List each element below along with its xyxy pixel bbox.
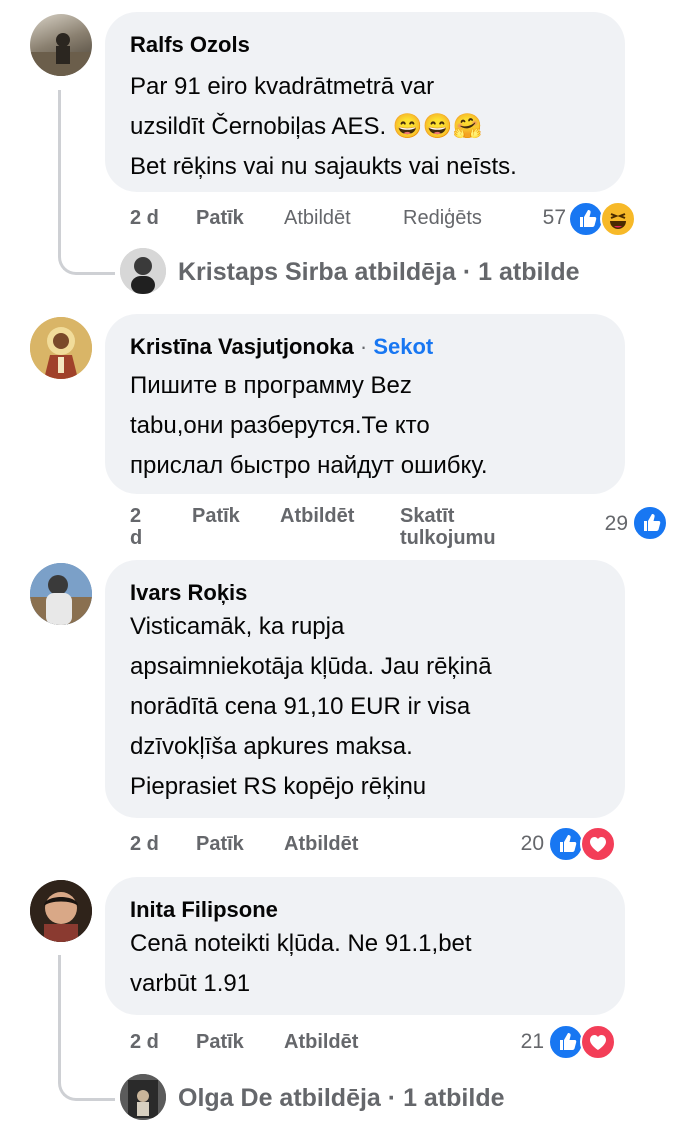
avatar-photo	[30, 880, 92, 942]
comment-line: Bet rēķins vai nu sajaukts vai neīsts.	[130, 153, 517, 180]
reply-button[interactable]: Atbildēt	[284, 1031, 358, 1054]
comment-line: uzsildīt Černobiļas AES. 😄😄🤗	[130, 113, 483, 140]
reply-button[interactable]: Atbildēt	[284, 207, 351, 230]
see-translation-button[interactable]: Skatīt tulkojumu	[400, 505, 496, 549]
like-reaction-icon	[568, 201, 604, 237]
comment-time-part: d	[130, 527, 143, 549]
separator: ·	[462, 258, 472, 286]
comment-time[interactable]: 2 d	[130, 1031, 159, 1054]
separator: ·	[387, 1084, 397, 1112]
comment-line: Par 91 eiro kvadrātmetrā var	[130, 73, 435, 100]
comment-author[interactable]: Kristīna Vasjutjonoka	[130, 334, 354, 359]
avatar-photo	[120, 248, 166, 294]
comment-author[interactable]: Ralfs Ozols	[130, 32, 250, 58]
love-reaction-icon	[580, 826, 616, 862]
reply-count-text: 1 atbilde	[403, 1084, 505, 1112]
like-button[interactable]: Patīk	[192, 505, 240, 527]
comment-line: dzīvokļīša apkures maksa.	[130, 733, 413, 760]
translation-label-part: tulkojumu	[400, 527, 496, 549]
comment-line: Pieprasiet RS kopējo rēķinu	[130, 773, 427, 800]
comment-text: Par 91 eiro kvadrātmetrā var uzsildīt Če…	[130, 67, 517, 187]
avatar-photo	[30, 563, 92, 625]
comment-line: norādītā cena 91,10 EUR ir visa	[130, 693, 471, 720]
like-button[interactable]: Patīk	[196, 207, 244, 230]
comment-time[interactable]: 2 d	[130, 505, 142, 549]
comment-text: Пишите в программу Bez tabu,они разберут…	[130, 366, 488, 486]
love-reaction-icon	[580, 1024, 616, 1060]
like-button[interactable]: Patīk	[196, 833, 244, 856]
comment-author-line: Kristīna Vasjutjonoka · Sekot	[130, 334, 433, 360]
reply-button[interactable]: Atbildēt	[280, 505, 354, 527]
comment-bubble: Inita Filipsone Cenā noteikti kļūda. Ne …	[105, 877, 625, 1015]
edited-label: Rediģēts	[403, 207, 482, 229]
reaction-count[interactable]: 20	[496, 832, 544, 856]
follow-button[interactable]: Sekot	[373, 334, 433, 359]
like-reaction-icon	[548, 1024, 584, 1060]
reaction-count[interactable]: 29	[580, 512, 628, 536]
comment-line: tabu,они разберутся.Те кто	[130, 412, 430, 439]
view-replies-link[interactable]: Kristaps Sirba atbildēja · 1 atbilde	[178, 258, 580, 287]
like-button[interactable]: Patīk	[196, 1031, 244, 1054]
comment-time[interactable]: 2 d	[130, 833, 159, 856]
comment-text: Visticamāk, ka rupja apsaimniekotāja kļū…	[130, 607, 492, 807]
translation-label-part: Skatīt	[400, 505, 455, 527]
comment-line: apsaimniekotāja kļūda. Jau rēķinā	[130, 653, 492, 680]
avatar-photo	[30, 317, 92, 379]
haha-reaction-icon	[600, 201, 636, 237]
comment-author[interactable]: Inita Filipsone	[130, 897, 278, 923]
comment-author[interactable]: Ivars Roķis	[130, 580, 247, 606]
comment-line: Пишите в программу Bez	[130, 372, 412, 399]
comment-bubble: Kristīna Vasjutjonoka · Sekot Пишите в п…	[105, 314, 625, 494]
reply-button[interactable]: Atbildēt	[284, 833, 358, 856]
like-reaction-icon	[632, 505, 668, 541]
comment-text: Cenā noteikti kļūda. Ne 91.1,bet varbūt …	[130, 924, 472, 1004]
avatar[interactable]	[30, 317, 92, 379]
reaction-count[interactable]: 21	[496, 1030, 544, 1054]
comment-line: прислал быстро найдут ошибку.	[130, 452, 488, 479]
avatar-photo	[30, 33, 92, 76]
comment-bubble: Ralfs Ozols Par 91 eiro kvadrātmetrā var…	[105, 12, 625, 192]
avatar[interactable]	[30, 880, 92, 942]
reply-author-text: Olga De atbildēja	[178, 1084, 381, 1112]
comment-time-part: 2	[130, 505, 142, 527]
comment-line: Visticamāk, ka rupja	[130, 613, 345, 640]
avatar[interactable]	[30, 563, 92, 625]
reply-avatar[interactable]	[120, 1074, 166, 1120]
avatar-photo	[120, 1074, 166, 1120]
avatar[interactable]	[30, 14, 92, 76]
comment-line: Cenā noteikti kļūda. Ne 91.1,bet	[130, 930, 472, 957]
reply-avatar[interactable]	[120, 248, 166, 294]
reaction-count[interactable]: 57	[518, 206, 566, 230]
separator: ·	[359, 334, 368, 359]
like-reaction-icon	[548, 826, 584, 862]
reply-count-text: 1 atbilde	[478, 258, 580, 286]
comment-time[interactable]: 2 d	[130, 207, 159, 230]
view-replies-link[interactable]: Olga De atbildēja · 1 atbilde	[178, 1084, 505, 1113]
comment-bubble: Ivars Roķis Visticamāk, ka rupja apsaimn…	[105, 560, 625, 818]
reply-author-text: Kristaps Sirba atbildēja	[178, 258, 456, 286]
comment-line: varbūt 1.91	[130, 970, 251, 997]
